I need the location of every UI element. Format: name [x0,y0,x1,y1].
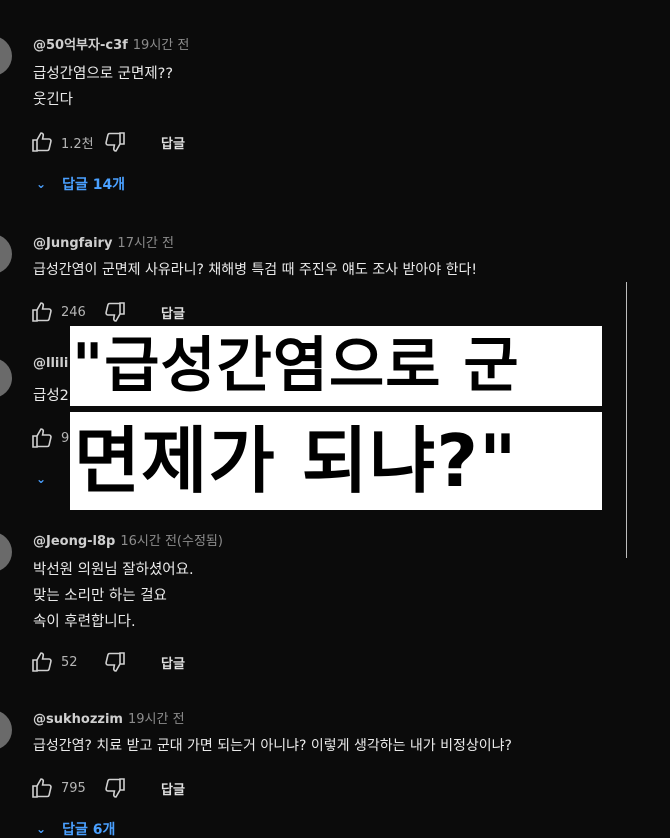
chevron-down-icon: ⌄ [36,177,47,191]
thumbs-up-icon[interactable] [30,300,54,324]
chevron-down-icon: ⌄ [36,822,47,836]
chevron-down-icon: ⌄ [36,472,47,486]
avatar[interactable] [0,532,12,572]
like-count: 52 [61,654,78,670]
comment-time[interactable]: 19시간 전 [133,38,190,53]
headline-text: 면제가 되냐?" [74,419,518,503]
headline-text: "급성간염으로 군 [72,331,520,401]
comment-text-line: 급성2 [33,388,69,404]
comment-text-line: 박선원 의원님 잘하셨어요. [33,562,194,578]
thumbs-up-icon[interactable] [30,426,54,450]
thumbs-up-icon[interactable] [30,130,54,154]
comment-author[interactable]: @50억부자-c3f [33,38,128,53]
thumbs-down-icon[interactable] [103,776,127,800]
avatar[interactable] [0,234,12,274]
reply-button[interactable]: 답글 [161,133,185,152]
thumbs-up-icon[interactable] [30,776,54,800]
view-replies-button[interactable]: ⌄ 답글 6개 [36,819,115,838]
comment-header: @Jeong-l8p 16시간 전(수정됨) [33,530,223,549]
comment-header: @llili [33,356,68,371]
headline-caption-line-2: 면제가 되냐?" [70,412,602,510]
view-replies-button[interactable]: ⌄ 답글 14개 [36,174,125,194]
comment-author[interactable]: @llili [33,356,68,371]
comment-text-line: 급성간염으로 군면제?? [33,66,174,82]
thumbs-up-icon[interactable] [30,650,54,674]
replies-count-label: 답글 14개 [62,177,126,193]
thumbs-down-icon[interactable] [103,300,127,324]
comment-actions: 246 답글 [30,300,185,324]
thumbs-down-icon[interactable] [103,650,127,674]
comment-author[interactable]: @Jeong-l8p [33,534,115,549]
comments-screen: @50억부자-c3f 19시간 전 급성간염으로 군면제?? 웃긴다 1.2천 답… [0,0,670,838]
comment-text-line: 맞는 소리만 하는 걸요 [33,588,167,604]
comment-text-line: 급성간염? 치료 받고 군대 가면 되는거 아니냐? 이렇게 생각하는 내가 비… [33,738,512,754]
comment-time[interactable]: 17시간 전 [117,236,174,251]
comment-author[interactable]: @Jungfairy [33,236,112,251]
comment-time[interactable]: 16시간 전(수정됨) [120,534,223,549]
avatar[interactable] [0,710,12,750]
comment-author[interactable]: @sukhozzim [33,712,123,727]
thumbs-down-icon[interactable] [103,130,127,154]
comment-actions: 52 답글 [30,650,185,674]
replies-count-label: 답글 6개 [62,822,116,838]
comment-actions: 795 답글 [30,776,185,800]
like-count: 1.2천 [61,136,94,152]
comment-actions: 1.2천 답글 [30,130,185,154]
overlay-divider [626,282,627,558]
comment-header: @Jungfairy 17시간 전 [33,232,174,251]
reply-button[interactable]: 답글 [161,653,185,672]
comment-header: @50억부자-c3f 19시간 전 [33,34,189,53]
like-count: 795 [61,780,86,796]
avatar[interactable] [0,358,12,398]
comment-header: @sukhozzim 19시간 전 [33,708,185,727]
reply-button[interactable]: 답글 [161,303,185,322]
avatar[interactable] [0,36,12,76]
comment-time[interactable]: 19시간 전 [128,712,185,727]
comment-text-line: 급성간염이 군면제 사유라니? 채해병 특검 때 주진우 얘도 조사 받아야 한… [33,262,477,278]
view-replies-button[interactable]: ⌄ [36,472,62,486]
comment-text-line: 웃긴다 [33,92,74,108]
comment-text-line: 속이 후련합니다. [33,614,136,630]
reply-button[interactable]: 답글 [161,779,185,798]
like-count: 246 [61,304,86,320]
headline-caption-line-1: "급성간염으로 군 [70,326,602,406]
